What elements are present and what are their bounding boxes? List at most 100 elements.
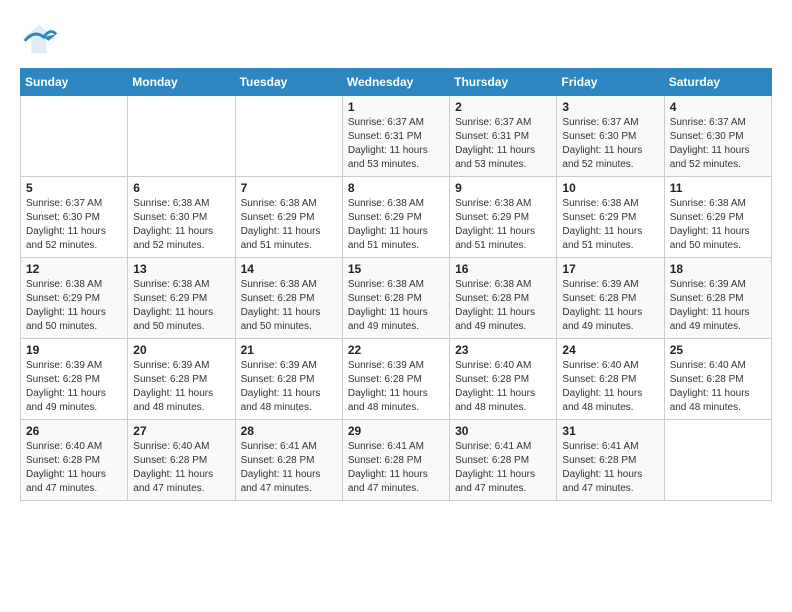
day-info: Sunrise: 6:37 AM Sunset: 6:31 PM Dayligh… — [455, 116, 551, 172]
day-info: Sunrise: 6:38 AM Sunset: 6:29 PM Dayligh… — [133, 278, 229, 334]
day-header-saturday: Saturday — [664, 69, 771, 96]
calendar-cell: 24 Sunrise: 6:40 AM Sunset: 6:28 PM Dayli… — [557, 339, 664, 420]
day-info: Sunrise: 6:41 AM Sunset: 6:28 PM Dayligh… — [455, 440, 551, 496]
calendar-cell: 21 Sunrise: 6:39 AM Sunset: 6:28 PM Dayli… — [235, 339, 342, 420]
day-number: 16 — [455, 262, 551, 276]
calendar-cell: 19Sunrise: 6:39 AM Sunset: 6:28 PM Dayli… — [21, 339, 128, 420]
day-info: Sunrise: 6:38 AM Sunset: 6:29 PM Dayligh… — [562, 197, 658, 253]
day-number: 30 — [455, 424, 551, 438]
calendar-cell: 20 Sunrise: 6:39 AM Sunset: 6:28 PM Dayli… — [128, 339, 235, 420]
day-info: Sunrise: 6:40 AM Sunset: 6:28 PM Dayligh… — [670, 359, 766, 415]
day-number: 19 — [26, 343, 122, 357]
day-number: 1 — [348, 100, 444, 114]
day-header-friday: Friday — [557, 69, 664, 96]
day-info: Sunrise: 6:39 AM Sunset: 6:28 PM Dayligh… — [133, 359, 229, 415]
day-number: 14 — [241, 262, 337, 276]
day-number: 23 — [455, 343, 551, 357]
day-info: Sunrise: 6:37 AM Sunset: 6:30 PM Dayligh… — [26, 197, 122, 253]
calendar-cell — [664, 420, 771, 501]
day-header-sunday: Sunday — [21, 69, 128, 96]
calendar-cell: 22 Sunrise: 6:39 AM Sunset: 6:28 PM Dayli… — [342, 339, 449, 420]
day-number: 12 — [26, 262, 122, 276]
logo-icon — [20, 20, 58, 58]
calendar-cell: 25 Sunrise: 6:40 AM Sunset: 6:28 PM Dayli… — [664, 339, 771, 420]
day-info: Sunrise: 6:38 AM Sunset: 6:29 PM Dayligh… — [26, 278, 122, 334]
day-info: Sunrise: 6:39 AM Sunset: 6:28 PM Dayligh… — [241, 359, 337, 415]
day-header-wednesday: Wednesday — [342, 69, 449, 96]
day-number: 20 — [133, 343, 229, 357]
calendar-cell: 3 Sunrise: 6:37 AM Sunset: 6:30 PM Daylig… — [557, 96, 664, 177]
day-info: Sunrise: 6:39 AM Sunset: 6:28 PM Dayligh… — [562, 278, 658, 334]
day-number: 4 — [670, 100, 766, 114]
calendar-week-row: 19 Sunrise: 6:39 AM Sunset: 6:28 PM Dayli… — [21, 339, 772, 420]
calendar-cell: 17 Sunrise: 6:39 AM Sunset: 6:28 PM Dayli… — [557, 258, 664, 339]
calendar-header: SundayMondayTuesdayWednesdayThursdayFrid… — [21, 69, 772, 96]
day-info: Sunrise: 6:38 AM Sunset: 6:29 PM Dayligh… — [241, 197, 337, 253]
calendar-cell: 4 Sunrise: 6:37 AM Sunset: 6:30 PM Daylig… — [664, 96, 771, 177]
calendar-cell: 7 Sunrise: 6:38 AM Sunset: 6:29 PM Daylig… — [235, 177, 342, 258]
day-number: 8 — [348, 181, 444, 195]
calendar-cell — [21, 96, 128, 177]
day-info: Sunrise: 6:41 AM Sunset: 6:28 PM Dayligh… — [348, 440, 444, 496]
calendar-cell: 9Sunrise: 6:38 AM Sunset: 6:29 PM Daylig… — [450, 177, 557, 258]
calendar-cell: 10Sunrise: 6:38 AM Sunset: 6:29 PM Dayli… — [557, 177, 664, 258]
day-number: 17 — [562, 262, 658, 276]
day-info: Sunrise: 6:38 AM Sunset: 6:28 PM Dayligh… — [455, 278, 551, 334]
day-info: Sunrise: 6:39 AM Sunset: 6:28 PM Dayligh… — [670, 278, 766, 334]
day-number: 15 — [348, 262, 444, 276]
day-number: 7 — [241, 181, 337, 195]
calendar-cell: 12 Sunrise: 6:38 AM Sunset: 6:29 PM Dayli… — [21, 258, 128, 339]
day-number: 21 — [241, 343, 337, 357]
day-info: Sunrise: 6:37 AM Sunset: 6:30 PM Dayligh… — [670, 116, 766, 172]
calendar-week-row: 12 Sunrise: 6:38 AM Sunset: 6:29 PM Dayli… — [21, 258, 772, 339]
day-number: 31 — [562, 424, 658, 438]
calendar-week-row: 26 Sunrise: 6:40 AM Sunset: 6:28 PM Dayli… — [21, 420, 772, 501]
calendar-cell: 8 Sunrise: 6:38 AM Sunset: 6:29 PM Daylig… — [342, 177, 449, 258]
calendar-cell: 23Sunrise: 6:40 AM Sunset: 6:28 PM Dayli… — [450, 339, 557, 420]
calendar-cell: 13 Sunrise: 6:38 AM Sunset: 6:29 PM Dayli… — [128, 258, 235, 339]
day-number: 26 — [26, 424, 122, 438]
day-info: Sunrise: 6:38 AM Sunset: 6:28 PM Dayligh… — [348, 278, 444, 334]
logo — [20, 20, 64, 58]
day-info: Sunrise: 6:37 AM Sunset: 6:31 PM Dayligh… — [348, 116, 444, 172]
calendar-cell: 2Sunrise: 6:37 AM Sunset: 6:31 PM Daylig… — [450, 96, 557, 177]
day-info: Sunrise: 6:38 AM Sunset: 6:29 PM Dayligh… — [455, 197, 551, 253]
day-info: Sunrise: 6:39 AM Sunset: 6:28 PM Dayligh… — [348, 359, 444, 415]
calendar-cell: 15 Sunrise: 6:38 AM Sunset: 6:28 PM Dayli… — [342, 258, 449, 339]
day-header-thursday: Thursday — [450, 69, 557, 96]
calendar-cell — [235, 96, 342, 177]
page-header — [20, 20, 772, 58]
day-info: Sunrise: 6:38 AM Sunset: 6:29 PM Dayligh… — [670, 197, 766, 253]
calendar-cell: 28 Sunrise: 6:41 AM Sunset: 6:28 PM Dayli… — [235, 420, 342, 501]
day-number: 28 — [241, 424, 337, 438]
calendar-week-row: 5 Sunrise: 6:37 AM Sunset: 6:30 PM Daylig… — [21, 177, 772, 258]
calendar-cell: 16 Sunrise: 6:38 AM Sunset: 6:28 PM Dayli… — [450, 258, 557, 339]
day-number: 6 — [133, 181, 229, 195]
calendar-cell — [128, 96, 235, 177]
calendar-cell: 31 Sunrise: 6:41 AM Sunset: 6:28 PM Dayli… — [557, 420, 664, 501]
day-number: 13 — [133, 262, 229, 276]
day-number: 25 — [670, 343, 766, 357]
calendar-cell: 18 Sunrise: 6:39 AM Sunset: 6:28 PM Dayli… — [664, 258, 771, 339]
calendar-cell: 11Sunrise: 6:38 AM Sunset: 6:29 PM Dayli… — [664, 177, 771, 258]
day-info: Sunrise: 6:37 AM Sunset: 6:30 PM Dayligh… — [562, 116, 658, 172]
day-header-row: SundayMondayTuesdayWednesdayThursdayFrid… — [21, 69, 772, 96]
day-number: 18 — [670, 262, 766, 276]
day-info: Sunrise: 6:41 AM Sunset: 6:28 PM Dayligh… — [241, 440, 337, 496]
calendar-cell: 26Sunrise: 6:40 AM Sunset: 6:28 PM Dayli… — [21, 420, 128, 501]
day-number: 5 — [26, 181, 122, 195]
day-info: Sunrise: 6:41 AM Sunset: 6:28 PM Dayligh… — [562, 440, 658, 496]
day-info: Sunrise: 6:40 AM Sunset: 6:28 PM Dayligh… — [133, 440, 229, 496]
day-info: Sunrise: 6:38 AM Sunset: 6:28 PM Dayligh… — [241, 278, 337, 334]
day-info: Sunrise: 6:38 AM Sunset: 6:29 PM Dayligh… — [348, 197, 444, 253]
day-number: 24 — [562, 343, 658, 357]
day-number: 3 — [562, 100, 658, 114]
calendar-cell: 14 Sunrise: 6:38 AM Sunset: 6:28 PM Dayli… — [235, 258, 342, 339]
day-number: 22 — [348, 343, 444, 357]
day-info: Sunrise: 6:38 AM Sunset: 6:30 PM Dayligh… — [133, 197, 229, 253]
calendar-cell: 27Sunrise: 6:40 AM Sunset: 6:28 PM Dayli… — [128, 420, 235, 501]
calendar-cell: 5 Sunrise: 6:37 AM Sunset: 6:30 PM Daylig… — [21, 177, 128, 258]
day-number: 29 — [348, 424, 444, 438]
calendar-cell: 6 Sunrise: 6:38 AM Sunset: 6:30 PM Daylig… — [128, 177, 235, 258]
day-info: Sunrise: 6:40 AM Sunset: 6:28 PM Dayligh… — [562, 359, 658, 415]
